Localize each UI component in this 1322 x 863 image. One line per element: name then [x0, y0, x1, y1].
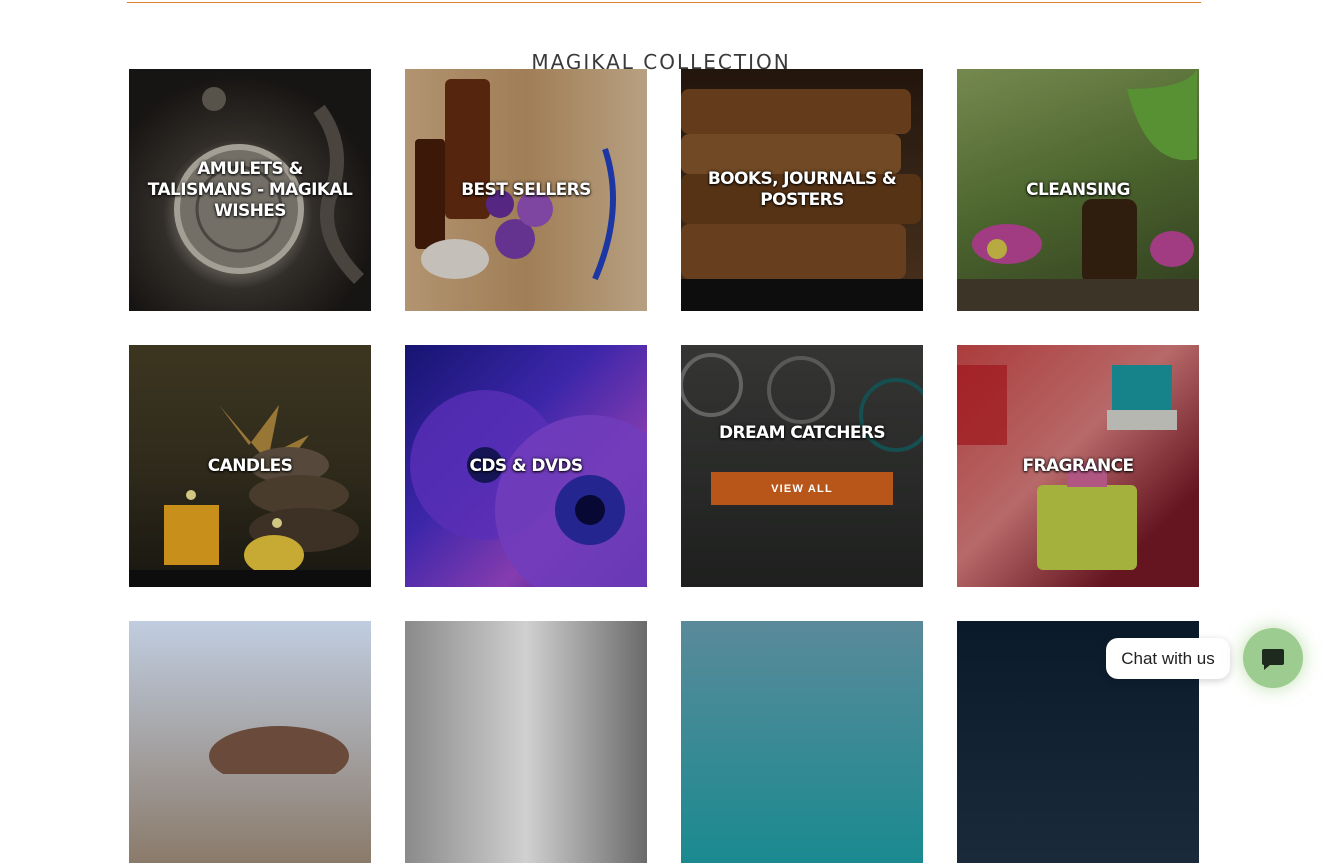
chat-bubble-text: Chat with us [1121, 648, 1215, 668]
tile-label: AMULETS & TALISMANS - MAGIKAL WISHES [147, 158, 353, 221]
collection-grid: AMULETS & TALISMANS - MAGIKAL WISHES BES… [0, 0, 1322, 863]
tile-label: CLEANSING [1026, 179, 1130, 200]
tile-dream-catchers[interactable]: DREAM CATCHERS VIEW ALL [681, 345, 923, 587]
tile-crystals[interactable] [405, 621, 647, 863]
tile-amulets-talismans[interactable]: AMULETS & TALISMANS - MAGIKAL WISHES [129, 69, 371, 311]
tile-sage[interactable] [129, 621, 371, 863]
view-all-button[interactable]: VIEW ALL [711, 472, 893, 505]
tile-candles[interactable]: CANDLES [129, 345, 371, 587]
tile-label: DREAM CATCHERS [719, 423, 886, 443]
tile-cds-dvds[interactable]: CDS & DVDS [405, 345, 647, 587]
tile-label: FRAGRANCE [1022, 455, 1135, 476]
tile-cleansing[interactable]: CLEANSING [957, 69, 1199, 311]
chat-button[interactable] [1243, 628, 1303, 688]
sage-image [209, 725, 349, 774]
tile-label: BOOKS, JOURNALS & POSTERS [707, 169, 897, 210]
tile-fabrics[interactable] [681, 621, 923, 863]
tile-label: CDS & DVDS [469, 455, 583, 476]
chat-icon [1262, 649, 1284, 670]
tile-best-sellers[interactable]: BEST SELLERS [405, 69, 647, 311]
tile-books-journals-posters[interactable]: BOOKS, JOURNALS & POSTERS [681, 69, 923, 311]
tile-fragrance[interactable]: FRAGRANCE [957, 345, 1199, 587]
tile-label: BEST SELLERS [461, 179, 591, 200]
tile-label: CANDLES [207, 455, 293, 476]
chat-bubble[interactable]: Chat with us [1106, 638, 1230, 679]
